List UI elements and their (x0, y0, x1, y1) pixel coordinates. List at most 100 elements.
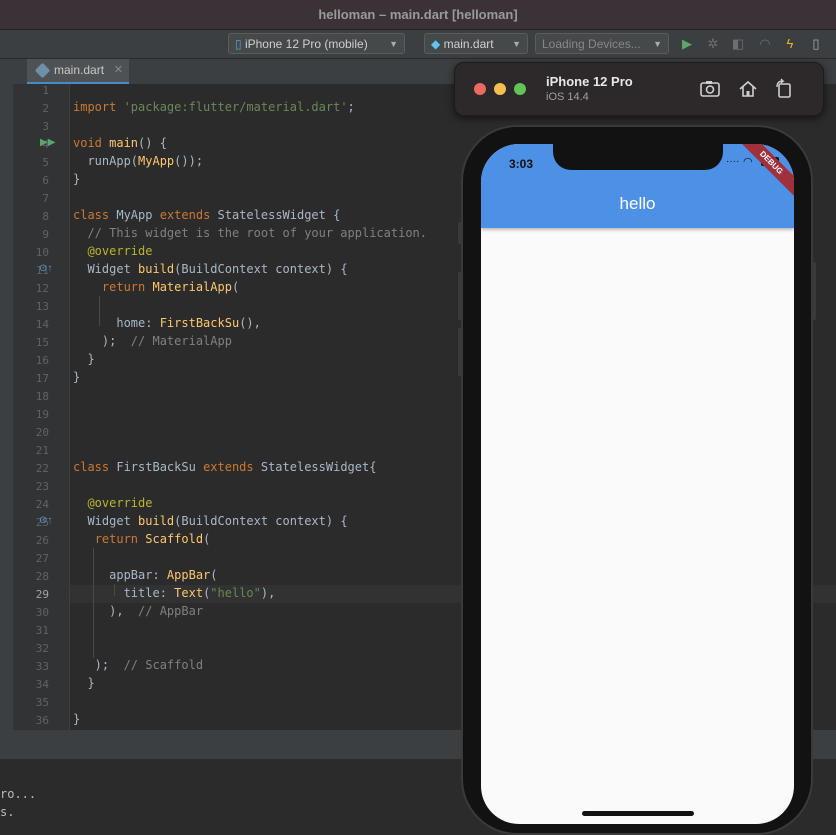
line-number: 34 (35, 678, 49, 691)
line-number: 1 (42, 84, 49, 97)
line-number: 5 (42, 156, 49, 169)
close-icon[interactable]: ✕ (114, 59, 123, 82)
line-number: 21 (35, 444, 49, 457)
code-line: @override (73, 496, 153, 510)
code-line: } (73, 676, 95, 690)
device-selector[interactable]: ▯ iPhone 12 Pro (mobile) ▼ (228, 33, 405, 54)
line-number: 7 (42, 192, 49, 205)
code-line: } (73, 370, 81, 384)
zoom-window-button[interactable] (514, 83, 526, 95)
phone-notch (553, 144, 723, 170)
run-icon[interactable]: ▶ (679, 36, 695, 52)
chevron-down-icon: ▼ (389, 39, 398, 49)
phone-icon: ▯ (235, 37, 242, 51)
code-line: runApp(MyApp()); (73, 154, 204, 168)
hot-reload-icon[interactable]: ϟ (782, 36, 798, 52)
code-line: return MaterialApp( (101, 280, 240, 294)
line-number: 15 (35, 336, 49, 349)
code-line: title: Text("hello"), (73, 586, 276, 600)
dart-file-icon (34, 62, 51, 79)
minimize-window-button[interactable] (494, 83, 506, 95)
line-number: 6 (42, 174, 49, 187)
home-indicator[interactable] (582, 811, 694, 816)
simulator-os-version: iOS 14.4 (546, 91, 589, 103)
line-number: 23 (35, 480, 49, 493)
coverage-icon[interactable]: ◧ (730, 36, 746, 52)
run-config-selector[interactable]: ◆ main.dart ▼ (424, 33, 528, 54)
console-line: ro... (0, 787, 37, 801)
run-config-label: main.dart (443, 37, 494, 51)
toolbar: ▯ iPhone 12 Pro (mobile) ▼ ◆ main.dart ▼… (0, 30, 836, 59)
line-number: 16 (35, 354, 49, 367)
app-bar-title: hello (619, 194, 656, 213)
close-window-button[interactable] (474, 83, 486, 95)
tab-main-dart[interactable]: main.dart ✕ (27, 59, 129, 84)
devices-selector[interactable]: Loading Devices... ▼ (535, 33, 669, 54)
chevron-down-icon: ▼ (512, 39, 521, 49)
device-selector-label: iPhone 12 Pro (mobile) (244, 37, 368, 51)
code-line: void main() { (73, 136, 167, 150)
simulator-device-name: iPhone 12 Pro (546, 74, 633, 89)
override-gutter-icon[interactable]: ⊙↑ (39, 263, 52, 274)
flutter-icon: ◆ (431, 37, 441, 51)
line-number: 27 (35, 552, 49, 565)
line-number: 17 (35, 372, 49, 385)
code-line: @override (73, 244, 153, 258)
line-number: 26 (35, 534, 49, 547)
line-number: 35 (35, 696, 49, 709)
line-number: 30 (35, 606, 49, 619)
override-gutter-icon[interactable]: ⊙↑ (39, 515, 52, 526)
line-number: 2 (42, 102, 49, 115)
line-number: 29 (35, 588, 49, 601)
line-number: 22 (35, 462, 49, 475)
line-number: 10 (35, 246, 49, 259)
code-line: import 'package:flutter/material.dart'; (73, 100, 355, 114)
screenshot-icon[interactable] (699, 78, 721, 100)
line-number: 18 (35, 390, 49, 403)
line-number: 24 (35, 498, 49, 511)
profile-icon[interactable]: ◠ (757, 36, 773, 52)
chevron-down-icon: ▼ (653, 39, 662, 49)
line-number: 19 (35, 408, 49, 421)
line-number: 36 (35, 714, 49, 727)
line-number: 12 (35, 282, 49, 295)
code-line: } (73, 172, 81, 186)
line-gutter: 1 2 3 4 5 6 7 8 9 10 11 12 13 14 15 16 1… (13, 84, 70, 730)
code-line: } (73, 352, 95, 366)
home-icon[interactable] (737, 78, 759, 100)
tab-label: main.dart (54, 63, 105, 77)
code-line: appBar: AppBar( (73, 568, 218, 582)
console-line: s. (0, 805, 15, 819)
window-title: helloman – main.dart [helloman] (0, 0, 836, 30)
line-number: 13 (35, 300, 49, 313)
line-number: 20 (35, 426, 49, 439)
phone-screen[interactable]: 3:03 hello ···· ◠ DEBUG (481, 144, 794, 824)
line-number: 9 (42, 228, 49, 241)
line-number: 31 (35, 624, 49, 637)
run-gutter-icon[interactable]: ▶▶ (40, 137, 55, 148)
code-line: // This widget is the root of your appli… (73, 226, 428, 240)
debug-icon[interactable]: ✲ (705, 36, 721, 52)
indent-guide (93, 548, 94, 658)
rotate-icon[interactable] (773, 78, 795, 100)
indent-guide (114, 584, 115, 596)
code-line: class MyApp extends StatelessWidget { (73, 208, 341, 222)
line-number: 28 (35, 570, 49, 583)
code-line: ); // MaterialApp (73, 334, 232, 348)
project-sidebar-strip[interactable] (0, 59, 14, 730)
code-line: return Scaffold( (94, 532, 211, 546)
code-line: home: FirstBackSu(), (73, 316, 261, 330)
status-bar-time: 3:03 (509, 157, 534, 171)
simulator-window-header: iPhone 12 Pro iOS 14.4 (454, 62, 824, 116)
code-line: Widget build(BuildContext context) { (73, 514, 348, 528)
line-number: 3 (42, 120, 49, 133)
device-manager-icon[interactable]: ▯ (808, 36, 824, 52)
wifi-icon: ◠ (743, 156, 753, 168)
line-number: 8 (42, 210, 49, 223)
devices-selector-label: Loading Devices... (542, 37, 641, 51)
line-number: 32 (35, 642, 49, 655)
indent-guide (99, 296, 100, 326)
code-line: Widget build(BuildContext context) { (73, 262, 348, 276)
code-line: } (73, 712, 81, 726)
line-number: 14 (35, 318, 49, 331)
